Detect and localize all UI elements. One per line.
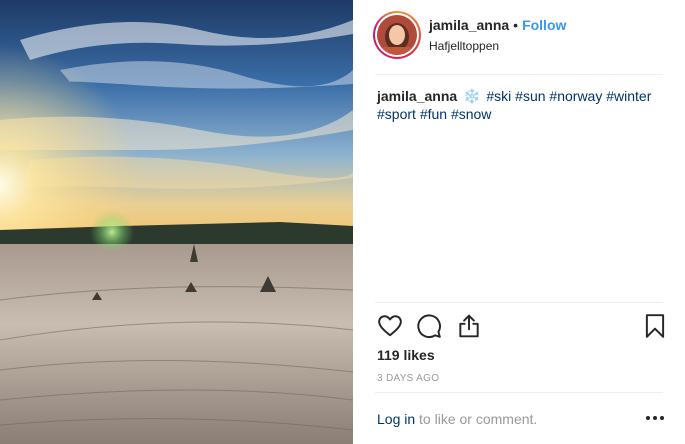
follow-button[interactable]: Follow xyxy=(522,17,566,33)
likes-count[interactable]: 119 likes xyxy=(377,347,435,363)
post-details-panel: jamila_anna • Follow Hafjelltoppen jamila_… xyxy=(353,0,685,444)
user-line: jamila_anna • Follow xyxy=(429,17,566,33)
avatar[interactable] xyxy=(373,11,421,59)
location-link[interactable]: Hafjelltoppen xyxy=(429,39,499,53)
login-link[interactable]: Log in xyxy=(377,411,415,427)
hashtag-ski[interactable]: #ski xyxy=(486,88,511,104)
actions-divider xyxy=(375,302,663,303)
post-header: jamila_anna • Follow Hafjelltoppen xyxy=(353,0,685,75)
hashtag-fun[interactable]: #fun xyxy=(420,106,447,122)
heart-icon[interactable] xyxy=(377,313,403,339)
winter-landscape-image xyxy=(0,0,353,444)
post-caption: jamila_anna ❄️ #ski #sun #norway #winter… xyxy=(377,87,667,123)
post-photo[interactable] xyxy=(0,0,353,444)
hashtag-snow[interactable]: #snow xyxy=(451,106,491,122)
username-link[interactable]: jamila_anna xyxy=(429,17,509,33)
snowflake-emoji: ❄️ xyxy=(463,88,481,104)
hashtag-winter[interactable]: #winter xyxy=(606,88,651,104)
hashtag-sport[interactable]: #sport xyxy=(377,106,416,122)
hashtag-norway[interactable]: #norway xyxy=(549,88,602,104)
login-prompt-text: to like or comment. xyxy=(419,411,538,427)
share-icon[interactable] xyxy=(456,313,482,339)
caption-username-link[interactable]: jamila_anna xyxy=(377,88,457,104)
post-timestamp[interactable]: 3 DAYS AGO xyxy=(377,373,439,384)
profile-photo-image xyxy=(377,15,417,55)
bookmark-icon[interactable] xyxy=(642,313,668,339)
more-options-icon[interactable] xyxy=(643,408,667,428)
header-divider xyxy=(375,74,663,75)
footer-divider xyxy=(375,392,663,393)
separator-dot: • xyxy=(513,17,519,33)
comment-icon[interactable] xyxy=(416,313,442,339)
hashtag-sun[interactable]: #sun xyxy=(515,88,545,104)
login-prompt: Log in to like or comment. xyxy=(377,411,537,427)
